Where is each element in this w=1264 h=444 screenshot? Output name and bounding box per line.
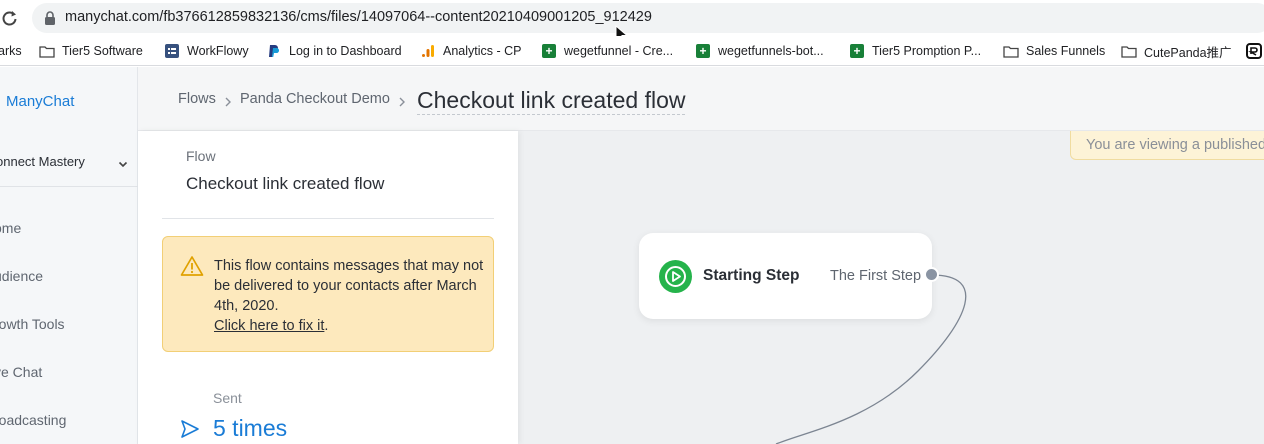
fix-it-link[interactable]: Click here to fix it <box>214 318 324 334</box>
sidebar-item-audience[interactable]: udience <box>0 268 43 284</box>
lock-icon[interactable] <box>44 11 56 25</box>
sidebar-item-live-chat[interactable]: ve Chat <box>0 364 42 380</box>
bookmark-item[interactable] <box>1246 42 1264 60</box>
flow-details-panel: Flow Checkout link created flow This flo… <box>138 131 518 444</box>
warning-suffix: . <box>324 318 329 334</box>
folder-icon <box>39 43 55 59</box>
send-icon <box>180 419 200 439</box>
bookmark-item[interactable]: + wegetfunnels-bot... <box>695 42 824 60</box>
bookmark-item[interactable]: WorkFlowy <box>164 42 249 60</box>
warning-text-block: This flow contains messages that may not… <box>214 256 484 336</box>
bookmark-label: arks <box>0 44 22 58</box>
divider <box>162 218 494 219</box>
browser-address-bar: manychat.com/fb376612859832136/cms/files… <box>0 0 1264 44</box>
bookmark-item[interactable]: Analytics - CP <box>420 42 522 60</box>
published-notice-text: You are viewing a published <box>1086 137 1264 153</box>
reload-icon[interactable] <box>0 8 22 28</box>
analytics-icon <box>420 43 436 59</box>
chevron-right-icon <box>398 94 406 107</box>
bookmarks-bar: arks Tier5 Software WorkFlowy Log in to … <box>0 36 1264 66</box>
bookmark-label: Tier5 Promption P... <box>872 44 982 58</box>
google-sheets-icon: + <box>695 43 711 59</box>
bookmark-label: Log in to Dashboard <box>289 44 402 58</box>
warning-icon <box>180 255 204 277</box>
bookmark-label: Sales Funnels <box>1026 44 1106 58</box>
flow-canvas[interactable]: You are viewing a published Starting Ste… <box>518 131 1264 444</box>
breadcrumb-flows[interactable]: Flows <box>178 91 216 107</box>
paypal-icon <box>266 43 282 59</box>
warning-banner: This flow contains messages that may not… <box>162 236 494 352</box>
folder-icon <box>1121 43 1137 59</box>
page-title[interactable]: Checkout link created flow <box>417 86 686 115</box>
node-title: Starting Step <box>703 267 800 284</box>
breadcrumb-panda-checkout-demo[interactable]: Panda Checkout Demo <box>240 91 390 107</box>
chevron-right-icon <box>224 94 232 107</box>
sidebar-item-broadcasting[interactable]: roadcasting <box>0 412 66 428</box>
bookmark-item[interactable]: arks <box>0 42 22 60</box>
bookmark-item[interactable]: + wegetfunnel - Cre... <box>541 42 673 60</box>
workspace-switcher[interactable]: onnect Mastery <box>0 137 138 187</box>
flow-name[interactable]: Checkout link created flow <box>186 174 384 194</box>
sidebar: ManyChat onnect Mastery ome udience rowt… <box>0 67 138 444</box>
warning-message: This flow contains messages that may not… <box>214 258 484 314</box>
workflowy-icon <box>164 43 180 59</box>
workspace-name: onnect Mastery <box>0 154 85 169</box>
bookmark-label: CutePanda推广 <box>1144 45 1232 60</box>
bookmark-item[interactable]: + Tier5 Promption P... <box>849 42 981 60</box>
sidebar-item-home[interactable]: ome <box>0 220 21 236</box>
bookmark-label: WorkFlowy <box>187 44 249 58</box>
bookmark-item[interactable]: Sales Funnels <box>1003 42 1105 60</box>
bookmark-app-icon <box>1246 43 1262 59</box>
published-notice: You are viewing a published <box>1070 131 1264 160</box>
google-sheets-icon: + <box>849 43 865 59</box>
node-output-port[interactable] <box>924 267 939 282</box>
bookmark-item[interactable]: Log in to Dashboard <box>266 42 402 60</box>
bookmark-label: Analytics - CP <box>443 44 522 58</box>
google-sheets-icon: + <box>541 43 557 59</box>
brand-logo-text[interactable]: ManyChat <box>6 93 74 110</box>
bookmark-item[interactable]: Tier5 Software <box>39 42 143 60</box>
flow-label: Flow <box>186 148 216 164</box>
folder-icon <box>1003 43 1019 59</box>
sent-label: Sent <box>213 390 242 406</box>
bookmark-label: wegetfunnels-bot... <box>718 44 824 58</box>
starting-step-node[interactable]: Starting Step The First Step <box>639 233 932 319</box>
chevron-down-icon <box>118 156 128 168</box>
node-next-step[interactable]: The First Step <box>830 268 921 284</box>
bookmark-label: Tier5 Software <box>62 44 143 58</box>
url-text[interactable]: manychat.com/fb376612859832136/cms/files… <box>65 9 652 25</box>
sidebar-item-growth-tools[interactable]: rowth Tools <box>0 316 65 332</box>
play-icon <box>659 260 692 293</box>
bookmark-label: wegetfunnel - Cre... <box>564 44 674 58</box>
sent-count[interactable]: 5 times <box>213 415 287 442</box>
bookmark-item[interactable]: CutePanda推广 <box>1121 42 1232 60</box>
breadcrumb: Flows Panda Checkout Demo Checkout link … <box>138 67 1264 131</box>
